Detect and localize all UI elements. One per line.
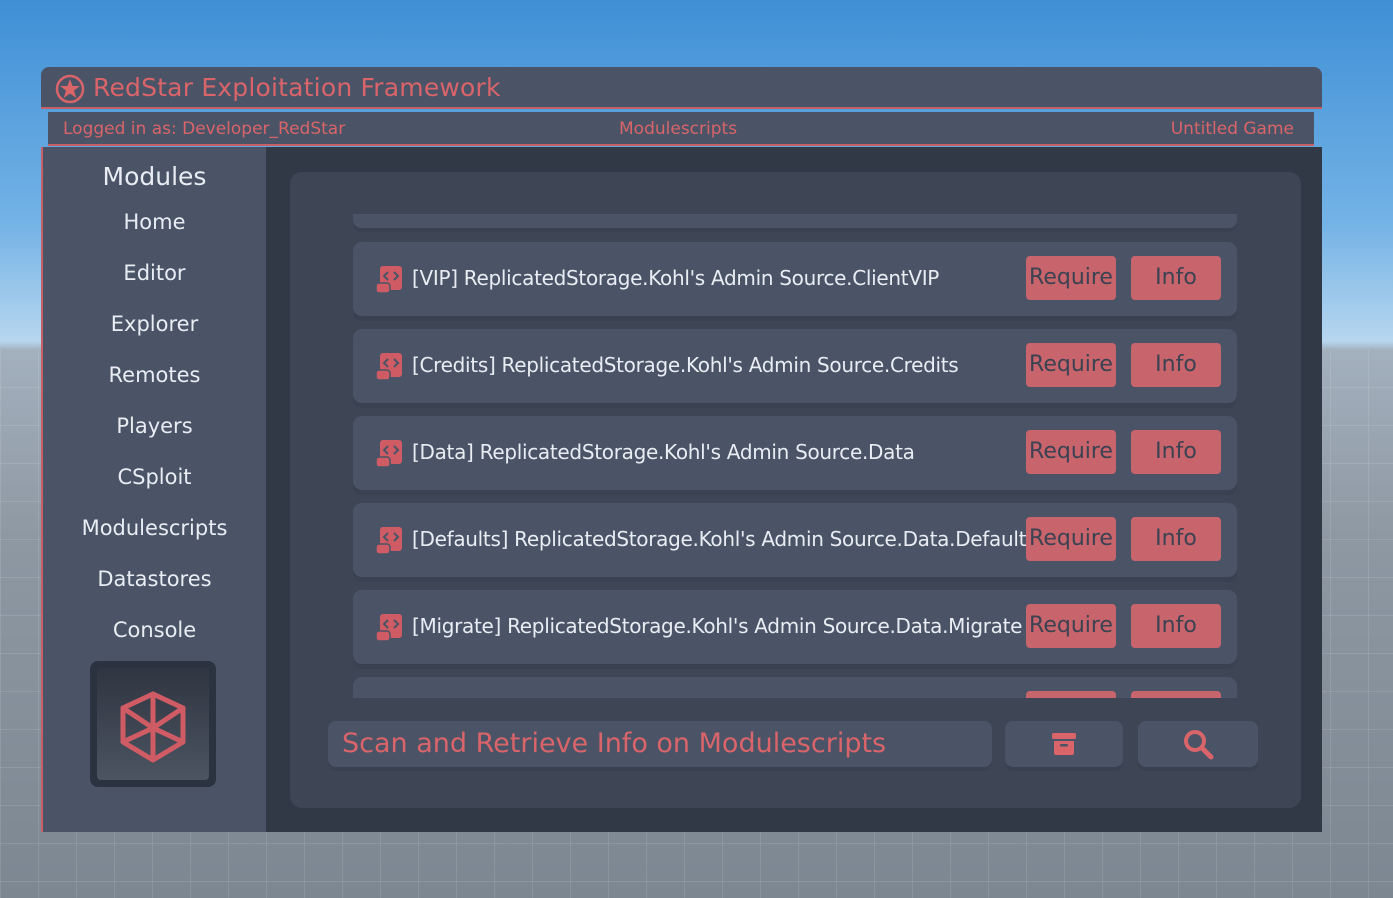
sidebar: Modules Home Editor Explorer Remotes Pla… (43, 147, 266, 832)
logged-in-user: Logged in as: Developer_RedStar (63, 119, 346, 139)
wireframe-cube-icon (120, 691, 186, 763)
module-path: [Migrate] ReplicatedStorage.Kohl's Admin… (412, 614, 1023, 638)
sidebar-item-console[interactable]: Console (43, 618, 266, 642)
sidebar-item-editor[interactable]: Editor (43, 261, 266, 285)
sidebar-item-home[interactable]: Home (43, 210, 266, 234)
search-button[interactable] (1138, 721, 1258, 767)
module-path: [Credits] ReplicatedStorage.Kohl's Admin… (412, 353, 959, 377)
sidebar-item-players[interactable]: Players (43, 414, 266, 438)
module-row: [Credits] ReplicatedStorage.Kohl's Admin… (353, 329, 1237, 403)
require-button[interactable]: Require (1026, 430, 1116, 474)
window-title: RedStar Exploitation Framework (93, 73, 501, 102)
require-button[interactable] (1026, 691, 1116, 698)
search-icon (1184, 730, 1214, 760)
info-button[interactable]: Info (1131, 430, 1221, 474)
sidebar-heading: Modules (102, 162, 207, 191)
module-script-icon (375, 440, 402, 468)
archive-icon (1052, 733, 1076, 755)
module-path: [Data] ReplicatedStorage.Kohl's Admin So… (412, 440, 915, 464)
info-button[interactable]: Info (1131, 343, 1221, 387)
list-item-partial (353, 214, 1237, 228)
info-button[interactable]: Info (1131, 604, 1221, 648)
title-bar[interactable]: RedStar Exploitation Framework (41, 67, 1322, 109)
main-body: Modules Home Editor Explorer Remotes Pla… (41, 147, 1322, 832)
require-button[interactable]: Require (1026, 604, 1116, 648)
sidebar-item-csploit[interactable]: CSploit (43, 465, 266, 489)
require-button[interactable]: Require (1026, 256, 1116, 300)
module-path: [Defaults] ReplicatedStorage.Kohl's Admi… (412, 527, 1037, 551)
sidebar-item-remotes[interactable]: Remotes (43, 363, 266, 387)
scan-button[interactable]: Scan and Retrieve Info on Modulescripts (328, 721, 992, 767)
sidebar-item-datastores[interactable]: Datastores (43, 567, 266, 591)
sidebar-item-explorer[interactable]: Explorer (43, 312, 266, 336)
module-list[interactable]: [VIP] ReplicatedStorage.Kohl's Admin Sou… (353, 214, 1237, 698)
info-button[interactable] (1131, 691, 1221, 698)
require-button[interactable]: Require (1026, 343, 1116, 387)
module-row-partial (353, 677, 1237, 698)
game-thumbnail (90, 661, 216, 787)
info-button[interactable]: Info (1131, 517, 1221, 561)
status-bar: Logged in as: Developer_RedStar Modulesc… (48, 112, 1314, 146)
module-script-icon (375, 614, 402, 642)
star-circle-icon (55, 74, 85, 104)
game-name: Untitled Game (1170, 119, 1294, 139)
info-button[interactable]: Info (1131, 256, 1221, 300)
require-button[interactable]: Require (1026, 517, 1116, 561)
app-window: RedStar Exploitation Framework Logged in… (41, 67, 1322, 832)
module-panel: [VIP] ReplicatedStorage.Kohl's Admin Sou… (290, 172, 1301, 808)
module-row: [VIP] ReplicatedStorage.Kohl's Admin Sou… (353, 242, 1237, 316)
module-script-icon (375, 266, 402, 294)
archive-button[interactable] (1005, 721, 1123, 767)
module-row: [Migrate] ReplicatedStorage.Kohl's Admin… (353, 590, 1237, 664)
module-script-icon (375, 353, 402, 381)
module-path: [VIP] ReplicatedStorage.Kohl's Admin Sou… (412, 266, 940, 290)
module-script-icon (375, 527, 402, 555)
current-page-label: Modulescripts (619, 119, 738, 139)
module-row: [Data] ReplicatedStorage.Kohl's Admin So… (353, 416, 1237, 490)
module-row: [Defaults] ReplicatedStorage.Kohl's Admi… (353, 503, 1237, 577)
sidebar-item-modulescripts[interactable]: Modulescripts (43, 516, 266, 540)
